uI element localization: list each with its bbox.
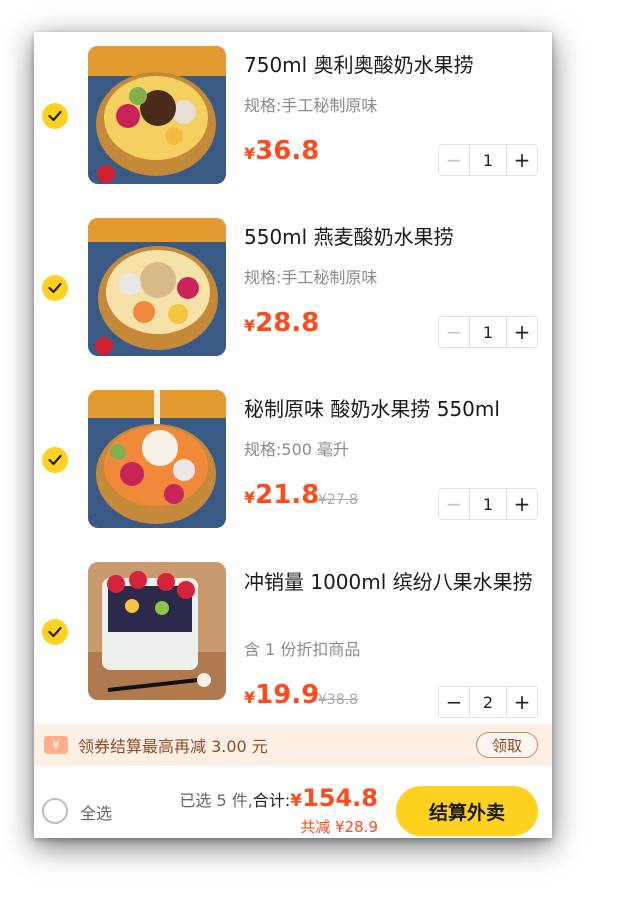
decrease-button[interactable]: −: [439, 317, 469, 347]
increase-button[interactable]: +: [507, 489, 537, 519]
checkmark-icon: [48, 626, 62, 638]
price-value: 19.9: [255, 680, 320, 710]
cart-item: 550ml 燕麦酸奶水果捞 规格:手工秘制原味 ¥28.8 − 1 +: [34, 214, 552, 374]
item-price: ¥28.8: [244, 308, 319, 338]
checkmark-icon: [48, 282, 62, 294]
increase-button[interactable]: +: [507, 145, 537, 175]
claim-coupon-button[interactable]: 领取: [476, 732, 538, 758]
item-spec: 规格:手工秘制原味: [244, 96, 378, 115]
cart-item: 750ml 奥利奥酸奶水果捞 规格:手工秘制原味 ¥36.8 − 1 +: [34, 42, 552, 202]
checkout-button[interactable]: 结算外卖: [396, 786, 538, 836]
quantity-stepper: − 1 +: [438, 488, 538, 520]
item-title[interactable]: 秘制原味 酸奶水果捞 550ml: [244, 394, 540, 424]
price-value: 28.8: [255, 308, 320, 338]
checkmark-icon: [48, 454, 62, 466]
coupon-bar: ¥ 领券结算最高再减 3.00 元 领取: [34, 724, 552, 766]
item-title[interactable]: 750ml 奥利奥酸奶水果捞: [244, 50, 540, 80]
price-value: 36.8: [255, 136, 320, 166]
currency-symbol: ¥: [244, 144, 256, 163]
decrease-button[interactable]: −: [439, 145, 469, 175]
total-label: 合计:: [252, 791, 291, 810]
checkout-footer: 全选 已选 5 件,合计:¥154.8 共减 ¥28.9 结算外卖: [34, 766, 552, 838]
select-all-checkbox[interactable]: [42, 798, 68, 824]
item-price: ¥21.8: [244, 480, 319, 510]
item-spec: 含 1 份折扣商品: [244, 640, 361, 659]
currency-symbol: ¥: [244, 688, 256, 707]
original-price: ¥27.8: [318, 492, 359, 508]
oat-yogurt-fruit-bowl-image[interactable]: [88, 218, 226, 356]
quantity-value[interactable]: 1: [469, 317, 507, 347]
total-summary: 已选 5 件,合计:¥154.8: [179, 784, 378, 812]
increase-button[interactable]: +: [507, 317, 537, 347]
yogurt-pour-fruit-bowl-image[interactable]: [88, 390, 226, 528]
total-amount: 154.8: [302, 784, 378, 812]
price-value: 21.8: [255, 480, 320, 510]
quantity-stepper: − 2 +: [438, 686, 538, 718]
fruit-box-image[interactable]: [88, 562, 226, 700]
quantity-value[interactable]: 2: [469, 687, 507, 717]
quantity-stepper: − 1 +: [438, 316, 538, 348]
item-price: ¥36.8: [244, 136, 319, 166]
discount-total: 共减 ¥28.9: [300, 818, 378, 836]
cart-panel: 750ml 奥利奥酸奶水果捞 规格:手工秘制原味 ¥36.8 − 1 + 550…: [34, 32, 552, 838]
quantity-value[interactable]: 1: [469, 145, 507, 175]
coupon-icon: ¥: [44, 736, 68, 754]
item-price: ¥19.9: [244, 680, 319, 710]
item-checkbox[interactable]: [42, 447, 68, 473]
item-checkbox[interactable]: [42, 275, 68, 301]
item-checkbox[interactable]: [42, 619, 68, 645]
cart-item: 冲销量 1000ml 缤纷八果水果捞 含 1 份折扣商品 ¥19.9 ¥38.8…: [34, 558, 552, 724]
currency-symbol: ¥: [244, 316, 256, 335]
item-checkbox[interactable]: [42, 103, 68, 129]
item-spec: 规格:手工秘制原味: [244, 268, 378, 287]
item-title[interactable]: 冲销量 1000ml 缤纷八果水果捞: [244, 566, 540, 598]
original-price: ¥38.8: [318, 692, 359, 708]
increase-button[interactable]: +: [507, 687, 537, 717]
quantity-stepper: − 1 +: [438, 144, 538, 176]
checkmark-icon: [48, 110, 62, 122]
item-spec: 规格:500 毫升: [244, 440, 350, 459]
coupon-text: 领券结算最高再减 3.00 元: [78, 737, 268, 756]
decrease-button[interactable]: −: [439, 489, 469, 519]
yogurt-fruit-bowl-image[interactable]: [88, 46, 226, 184]
selected-count: 已选 5 件,: [179, 791, 253, 810]
cart-item: 秘制原味 酸奶水果捞 550ml 规格:500 毫升 ¥21.8 ¥27.8 −…: [34, 386, 552, 546]
select-all-label[interactable]: 全选: [80, 800, 112, 824]
item-title[interactable]: 550ml 燕麦酸奶水果捞: [244, 222, 540, 252]
quantity-value[interactable]: 1: [469, 489, 507, 519]
decrease-button[interactable]: −: [439, 687, 469, 717]
total-currency: ¥: [290, 791, 303, 811]
currency-symbol: ¥: [244, 488, 256, 507]
